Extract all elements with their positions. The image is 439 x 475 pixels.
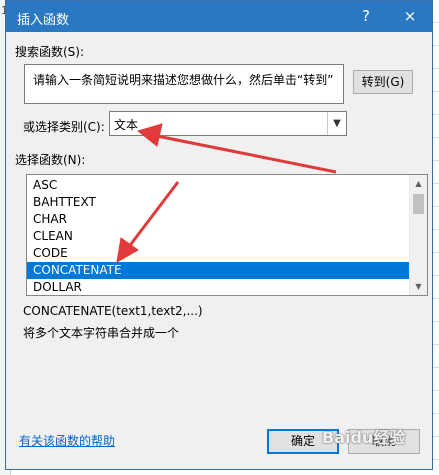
search-input[interactable]: 请输入一条简短说明来描述您想做什么，然后单击“转到” [24,64,344,104]
function-list-label: 选择函数(N): [15,153,86,167]
list-item[interactable]: ASC [27,177,409,194]
function-syntax: CONCATENATE(text1,text2,...) [23,304,203,318]
function-list-items: ASC BAHTTEXT CHAR CLEAN CODE CONCATENATE… [27,177,409,295]
go-button[interactable]: 转到(G) [353,70,413,94]
list-item[interactable]: CLEAN [27,228,409,245]
dialog-title: 插入函数 [17,13,70,28]
function-list[interactable]: ASC BAHTTEXT CHAR CLEAN CODE CONCATENATE… [26,174,428,296]
function-description: 将多个文本字符串合并成一个 [23,326,180,340]
function-help-link[interactable]: 有关该函数的帮助 [19,432,115,449]
scroll-thumb[interactable] [413,194,424,214]
list-scrollbar[interactable]: ▲ ▼ [409,175,427,295]
category-label: 或选择类别(C): [23,120,105,134]
insert-function-dialog: 插入函数 ? × 搜索函数(S): 请输入一条简短说明来描述您想做什么，然后单击… [5,0,433,470]
scroll-down-icon[interactable]: ▼ [410,278,427,295]
list-item[interactable]: CHAR [27,211,409,228]
chevron-down-icon[interactable]: ▼ [327,112,346,135]
category-select[interactable]: 文本 ▼ [109,111,347,136]
list-item[interactable]: DOLLAR [27,279,409,295]
title-bar: 插入函数 ? × [6,1,432,32]
baidu-watermark: Baidu经验 [322,428,406,447]
list-item[interactable]: BAHTTEXT [27,194,409,211]
search-label: 搜索函数(S): [15,45,85,59]
help-icon[interactable]: ? [355,6,377,26]
list-item[interactable]: CODE [27,245,409,262]
close-icon[interactable]: × [399,6,421,26]
category-value: 文本 [114,118,139,132]
list-item-selected[interactable]: CONCATENATE [27,262,409,279]
scroll-up-icon[interactable]: ▲ [410,175,427,192]
